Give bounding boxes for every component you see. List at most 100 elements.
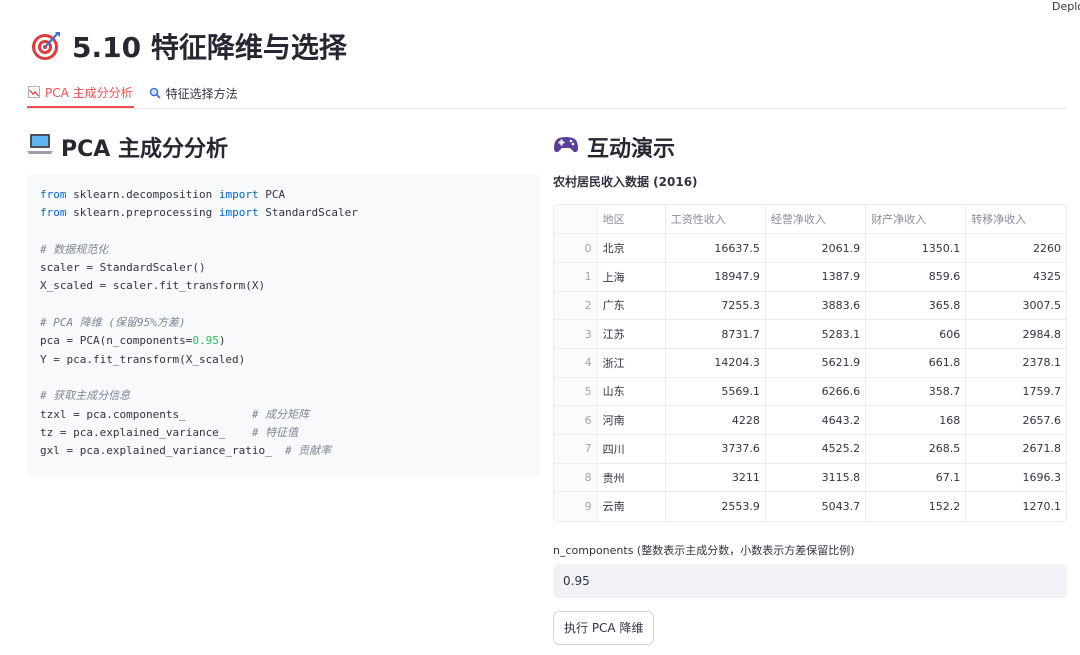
- row-index: 5: [554, 377, 598, 407]
- code-token: tz = pca.explained_variance_: [40, 425, 252, 439]
- value-cell: 4525.2: [765, 434, 867, 464]
- code-token: ): [218, 334, 226, 348]
- value-cell: 16637.5: [665, 233, 766, 263]
- region-cell: 四川: [597, 434, 666, 464]
- value-cell: 152.2: [865, 491, 967, 521]
- value-cell: 5569.1: [665, 377, 766, 407]
- code-token: PCA: [258, 188, 286, 201]
- code-line: # PCA 降维 (保留95%方差): [40, 314, 527, 332]
- section-title-text: 互动演示: [587, 137, 676, 162]
- table-row: 3 江苏 8731.7 5283.1 606 2984.8: [554, 319, 1066, 349]
- tab-bar: PCA 主成分分析 特征选择方法: [27, 78, 1067, 109]
- row-index: 4: [554, 348, 598, 378]
- code-line: from sklearn.preprocessing import Standa…: [40, 204, 527, 222]
- code-token: X_scaled = scaler.fit_transform(X): [40, 279, 266, 293]
- code-token: # 成分矩阵: [251, 407, 310, 421]
- row-index: 1: [554, 262, 598, 292]
- region-cell: 江苏: [597, 319, 666, 349]
- region-cell: 河南: [597, 405, 666, 435]
- code-token: import: [218, 206, 259, 220]
- n-components-input[interactable]: [553, 563, 1067, 598]
- column-header[interactable]: 工资性收入: [665, 205, 766, 235]
- table-header-row: 地区 工资性收入 经营净收入 财产净收入 转移净收入: [554, 205, 1066, 235]
- value-cell: 5621.9: [765, 348, 867, 378]
- tab-pca[interactable]: PCA 主成分分析: [27, 78, 134, 108]
- value-cell: 859.6: [865, 262, 967, 292]
- value-cell: 6266.6: [765, 377, 867, 407]
- tab-feature-selection[interactable]: 特征选择方法: [148, 78, 239, 108]
- code-token: # 特征值: [251, 425, 299, 439]
- index-header: [554, 205, 598, 235]
- value-cell: 358.7: [865, 377, 967, 407]
- laptop-icon: [27, 132, 53, 162]
- value-cell: 5043.7: [765, 491, 867, 521]
- code-token: sklearn.preprocessing: [66, 206, 219, 220]
- table-row: 2 广东 7255.3 3883.6 365.8 3007.5: [554, 291, 1066, 321]
- region-cell: 浙江: [597, 348, 666, 378]
- code-line: tz = pca.explained_variance_ # 特征值: [40, 424, 527, 442]
- code-token: sklearn.decomposition: [66, 188, 219, 201]
- column-header[interactable]: 转移净收入: [965, 205, 1066, 235]
- value-cell: 3211: [665, 463, 766, 493]
- value-cell: 1350.1: [865, 233, 967, 263]
- row-index: 3: [554, 319, 598, 349]
- code-token: 0.95: [192, 334, 219, 348]
- code-block[interactable]: from sklearn.decomposition import PCA fro…: [27, 174, 540, 477]
- table-row: 7 四川 3737.6 4525.2 268.5 2671.8: [554, 434, 1066, 464]
- code-token: # 获取主成分信息: [40, 389, 131, 403]
- table-row: 5 山东 5569.1 6266.6 358.7 1759.7: [554, 377, 1066, 407]
- value-cell: 2553.9: [665, 491, 766, 521]
- value-cell: 1696.3: [965, 463, 1066, 493]
- table-row: 0 北京 16637.5 2061.9 1350.1 2260: [554, 233, 1066, 263]
- code-token: # 数据规范化: [40, 242, 109, 256]
- code-token: from: [40, 188, 67, 201]
- code-token: # PCA 降维 (保留95%方差): [40, 316, 186, 330]
- pca-section-title: PCA 主成分分析: [27, 130, 540, 164]
- value-cell: 661.8: [865, 348, 967, 378]
- value-cell: 3115.8: [765, 463, 867, 493]
- tab-label: 特征选择方法: [165, 86, 238, 101]
- pca-code-column: PCA 主成分分析 from sklearn.decomposition imp…: [27, 130, 540, 477]
- value-cell: 2671.8: [965, 434, 1066, 464]
- value-cell: 14204.3: [665, 348, 766, 378]
- value-cell: 2984.8: [965, 319, 1066, 349]
- value-cell: 4325: [965, 262, 1066, 292]
- table-row: 8 贵州 3211 3115.8 67.1 1696.3: [554, 463, 1066, 493]
- gamepad-icon: [553, 132, 579, 162]
- value-cell: 365.8: [865, 291, 967, 321]
- value-cell: 7255.3: [665, 291, 766, 321]
- income-dataframe[interactable]: 地区 工资性收入 经营净收入 财产净收入 转移净收入 0 北京 16637.5 2061.9 1…: [553, 204, 1067, 522]
- code-line: from sklearn.decomposition import PCA: [40, 186, 527, 204]
- table-row: 1 上海 18947.9 1387.9 859.6 4325: [554, 262, 1066, 292]
- value-cell: 3883.6: [765, 291, 867, 321]
- column-header[interactable]: 经营净收入: [765, 205, 867, 235]
- value-cell: 268.5: [865, 434, 967, 464]
- code-token: gxl = pca.explained_variance_ratio_: [40, 444, 286, 458]
- region-cell: 云南: [597, 491, 666, 521]
- region-cell: 上海: [597, 262, 666, 292]
- value-cell: 1759.7: [965, 377, 1066, 407]
- code-line: gxl = pca.explained_variance_ratio_ # 贡献…: [40, 442, 527, 460]
- column-header[interactable]: 财产净收入: [865, 205, 967, 235]
- row-index: 8: [554, 463, 598, 493]
- region-cell: 广东: [597, 291, 666, 321]
- column-header[interactable]: 地区: [597, 205, 666, 235]
- run-pca-button[interactable]: 执行 PCA 降维: [553, 610, 655, 645]
- magnifier-icon: [149, 87, 161, 99]
- table-body: 0 北京 16637.5 2061.9 1350.1 2260 1 上海 18947.9 1387…: [554, 233, 1066, 521]
- code-token: tzxl = pca.components_: [40, 407, 252, 421]
- table-row: 6 河南 4228 4643.2 168 2657.6: [554, 405, 1066, 435]
- value-cell: 3737.6: [665, 434, 766, 464]
- row-index: 9: [554, 491, 598, 521]
- code-line: scaler = StandardScaler(): [40, 259, 527, 277]
- code-line: # 数据规范化: [40, 241, 527, 259]
- deploy-button[interactable]: Deploy: [1050, 0, 1080, 13]
- code-token: # 贡献率: [285, 444, 332, 458]
- value-cell: 18947.9: [665, 262, 766, 292]
- row-index: 6: [554, 405, 598, 435]
- value-cell: 8731.7: [665, 319, 766, 349]
- row-index: 0: [554, 233, 598, 263]
- region-cell: 北京: [597, 233, 666, 263]
- value-cell: 606: [865, 319, 967, 349]
